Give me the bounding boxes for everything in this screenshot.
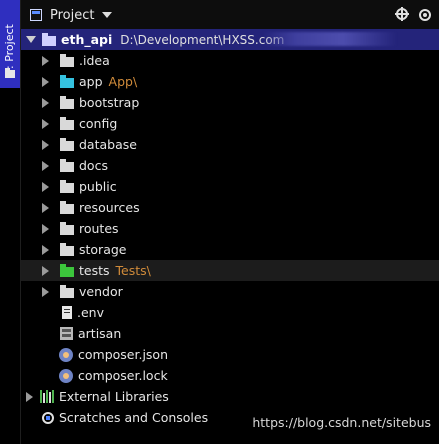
tool-window-strip: 1: Project xyxy=(0,0,21,444)
expand-arrow-icon[interactable] xyxy=(42,223,49,234)
module-folder-icon xyxy=(42,32,56,46)
folder-icon xyxy=(60,221,74,235)
expand-arrow-icon[interactable] xyxy=(42,244,49,255)
tree-file-row[interactable]: artisan xyxy=(21,323,439,344)
project-view-icon xyxy=(30,9,42,21)
tree-file-row[interactable]: .env xyxy=(21,302,439,323)
expand-arrow-icon[interactable] xyxy=(42,76,49,87)
folder-icon xyxy=(60,200,74,214)
folder-label: tests xyxy=(79,263,110,278)
text-file-icon xyxy=(62,306,72,319)
tree-folder-row[interactable]: resources xyxy=(21,197,439,218)
tree-folder-row[interactable]: routes xyxy=(21,218,439,239)
expand-arrow-icon[interactable] xyxy=(42,55,49,66)
tree-folder-row[interactable]: docs xyxy=(21,155,439,176)
folder-icon xyxy=(5,68,15,78)
folder-icon xyxy=(60,179,74,193)
expand-arrow-icon[interactable] xyxy=(42,139,49,150)
folder-icon xyxy=(60,116,74,130)
project-tool-tab[interactable]: 1: Project xyxy=(0,0,20,88)
file-label: artisan xyxy=(78,326,122,341)
folder-icon xyxy=(60,158,74,172)
collapse-arrow-icon[interactable] xyxy=(26,36,36,43)
tree-file-row[interactable]: composer.lock xyxy=(21,365,439,386)
tree-folder-row[interactable]: public xyxy=(21,176,439,197)
test-folder-icon xyxy=(60,263,74,277)
expand-arrow-icon[interactable] xyxy=(42,118,49,129)
external-libraries-row[interactable]: External Libraries xyxy=(21,386,439,407)
folder-icon xyxy=(60,137,74,151)
scratches-label: Scratches and Consoles xyxy=(59,410,209,425)
root-name: eth_api xyxy=(61,32,113,47)
root-path: D:\Development\HXSS.com xyxy=(120,32,285,47)
expand-arrow-icon[interactable] xyxy=(26,391,33,402)
folder-icon xyxy=(60,53,74,67)
redacted-blur xyxy=(262,32,397,46)
tree-folder-row[interactable]: tests Tests\ xyxy=(21,260,439,281)
gear-icon[interactable] xyxy=(419,9,431,21)
folder-label: storage xyxy=(79,242,127,257)
external-libraries-label: External Libraries xyxy=(59,389,169,404)
file-label: composer.json xyxy=(78,347,169,362)
locate-file-icon[interactable] xyxy=(395,7,409,21)
tree-folder-row[interactable]: config xyxy=(21,113,439,134)
project-tab-label: 1: Project xyxy=(3,24,16,76)
file-label: .env xyxy=(77,305,104,320)
tree-folder-row[interactable]: bootstrap xyxy=(21,92,439,113)
composer-icon xyxy=(59,368,73,383)
tree-folder-row[interactable]: database xyxy=(21,134,439,155)
folder-label: database xyxy=(79,137,137,152)
expand-arrow-icon[interactable] xyxy=(42,160,49,171)
tree-folder-row[interactable]: vendor xyxy=(21,281,439,302)
watermark: https://blog.csdn.net/sitebus xyxy=(252,415,431,430)
expand-arrow-icon[interactable] xyxy=(42,97,49,108)
tree-file-row[interactable]: composer.json xyxy=(21,344,439,365)
expand-arrow-icon[interactable] xyxy=(42,202,49,213)
project-view-title[interactable]: Project xyxy=(50,8,94,23)
scratches-icon xyxy=(42,411,54,424)
folder-label: bootstrap xyxy=(79,95,140,110)
php-file-icon xyxy=(60,327,73,340)
folder-icon xyxy=(60,95,74,109)
folder-label: vendor xyxy=(79,284,123,299)
folder-label: config xyxy=(79,116,118,131)
project-header: Project xyxy=(21,0,439,31)
folder-icon xyxy=(60,284,74,298)
composer-icon xyxy=(59,347,73,362)
tree-folder-row[interactable]: app App\ xyxy=(21,71,439,92)
source-folder-icon xyxy=(60,74,74,88)
folder-label: routes xyxy=(79,221,119,236)
file-label: composer.lock xyxy=(78,368,168,383)
expand-arrow-icon[interactable] xyxy=(42,265,49,276)
expand-arrow-icon[interactable] xyxy=(42,286,49,297)
tree-folder-row[interactable]: .idea xyxy=(21,50,439,71)
tree-folder-row[interactable]: storage xyxy=(21,239,439,260)
folder-label: public xyxy=(79,179,117,194)
chevron-down-icon[interactable] xyxy=(102,12,113,18)
libraries-icon xyxy=(40,390,54,403)
folder-label: app xyxy=(79,74,103,89)
namespace-tag: Tests\ xyxy=(115,263,151,278)
folder-label: docs xyxy=(79,158,108,173)
folder-label: .idea xyxy=(79,53,110,68)
namespace-tag: App\ xyxy=(108,74,138,89)
expand-arrow-icon[interactable] xyxy=(42,181,49,192)
folder-label: resources xyxy=(79,200,140,215)
folder-icon xyxy=(60,242,74,256)
